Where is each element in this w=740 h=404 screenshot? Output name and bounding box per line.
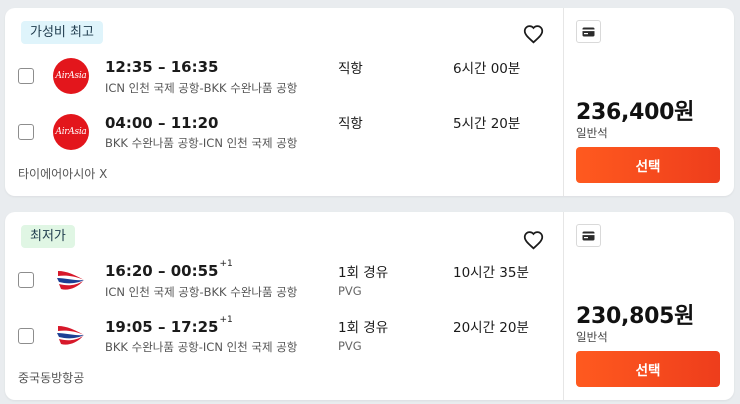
baggage-info-button[interactable] (576, 20, 601, 43)
cheapest-badge: 최저가 (21, 225, 75, 248)
leg-checkbox[interactable] (18, 68, 34, 84)
heart-icon[interactable] (523, 230, 544, 250)
leg-stops: 1회 경유 (338, 265, 389, 281)
leg-stops: 직항 (338, 116, 363, 132)
baggage-card-icon (582, 27, 595, 36)
leg-route: BKK 수완나품 공항-ICN 인천 국제 공항 (105, 136, 298, 150)
leg-stops: 1회 경유 (338, 320, 389, 336)
day-offset: +1 (219, 315, 233, 325)
best-value-badge: 가성비 최고 (21, 21, 103, 44)
leg-times: 19:05 – 17:25+1 (105, 315, 233, 336)
leg-route: BKK 수완나품 공항-ICN 인천 국제 공항 (105, 340, 298, 354)
divider (563, 8, 564, 196)
china-eastern-logo-icon (57, 271, 84, 290)
cabin-class: 일반석 (576, 126, 608, 140)
select-button[interactable]: 선택 (576, 351, 720, 387)
leg-checkbox[interactable] (18, 124, 34, 140)
layover-airport: PVG (338, 284, 362, 298)
leg-route: ICN 인천 국제 공항-BKK 수완나품 공항 (105, 285, 298, 299)
airasia-logo-icon: AirAsia (53, 114, 89, 150)
heart-icon[interactable] (523, 24, 544, 44)
airline-name: 중국동방항공 (18, 371, 85, 385)
leg-checkbox[interactable] (18, 328, 34, 344)
flight-result-card[interactable]: 최저가 16:20 – 00:55+1 ICN 인천 국제 공항-BKK 수완나… (5, 212, 734, 400)
select-button[interactable]: 선택 (576, 147, 720, 183)
price: 236,400원 (576, 100, 695, 125)
price: 230,805원 (576, 304, 695, 329)
layover-airport: PVG (338, 339, 362, 353)
leg-checkbox[interactable] (18, 272, 34, 288)
airasia-logo-icon: AirAsia (53, 58, 89, 94)
leg-stops: 직항 (338, 61, 363, 77)
leg-times: 04:00 – 11:20 (105, 114, 219, 132)
leg-duration: 10시간 35분 (453, 265, 529, 281)
airline-name: 타이에어아시아 X (18, 167, 108, 181)
leg-duration: 20시간 20분 (453, 320, 529, 336)
baggage-card-icon (582, 231, 595, 240)
flight-result-card[interactable]: 가성비 최고 AirAsia 12:35 – 16:35 ICN 인천 국제 공… (5, 8, 734, 196)
day-offset: +1 (219, 259, 233, 269)
divider (563, 212, 564, 400)
leg-times: 16:20 – 00:55+1 (105, 259, 233, 280)
leg-route: ICN 인천 국제 공항-BKK 수완나품 공항 (105, 81, 298, 95)
leg-times: 12:35 – 16:35 (105, 58, 219, 76)
baggage-info-button[interactable] (576, 224, 601, 247)
leg-duration: 6시간 00분 (453, 61, 521, 77)
china-eastern-logo-icon (57, 326, 84, 345)
leg-duration: 5시간 20분 (453, 116, 521, 132)
cabin-class: 일반석 (576, 330, 608, 344)
